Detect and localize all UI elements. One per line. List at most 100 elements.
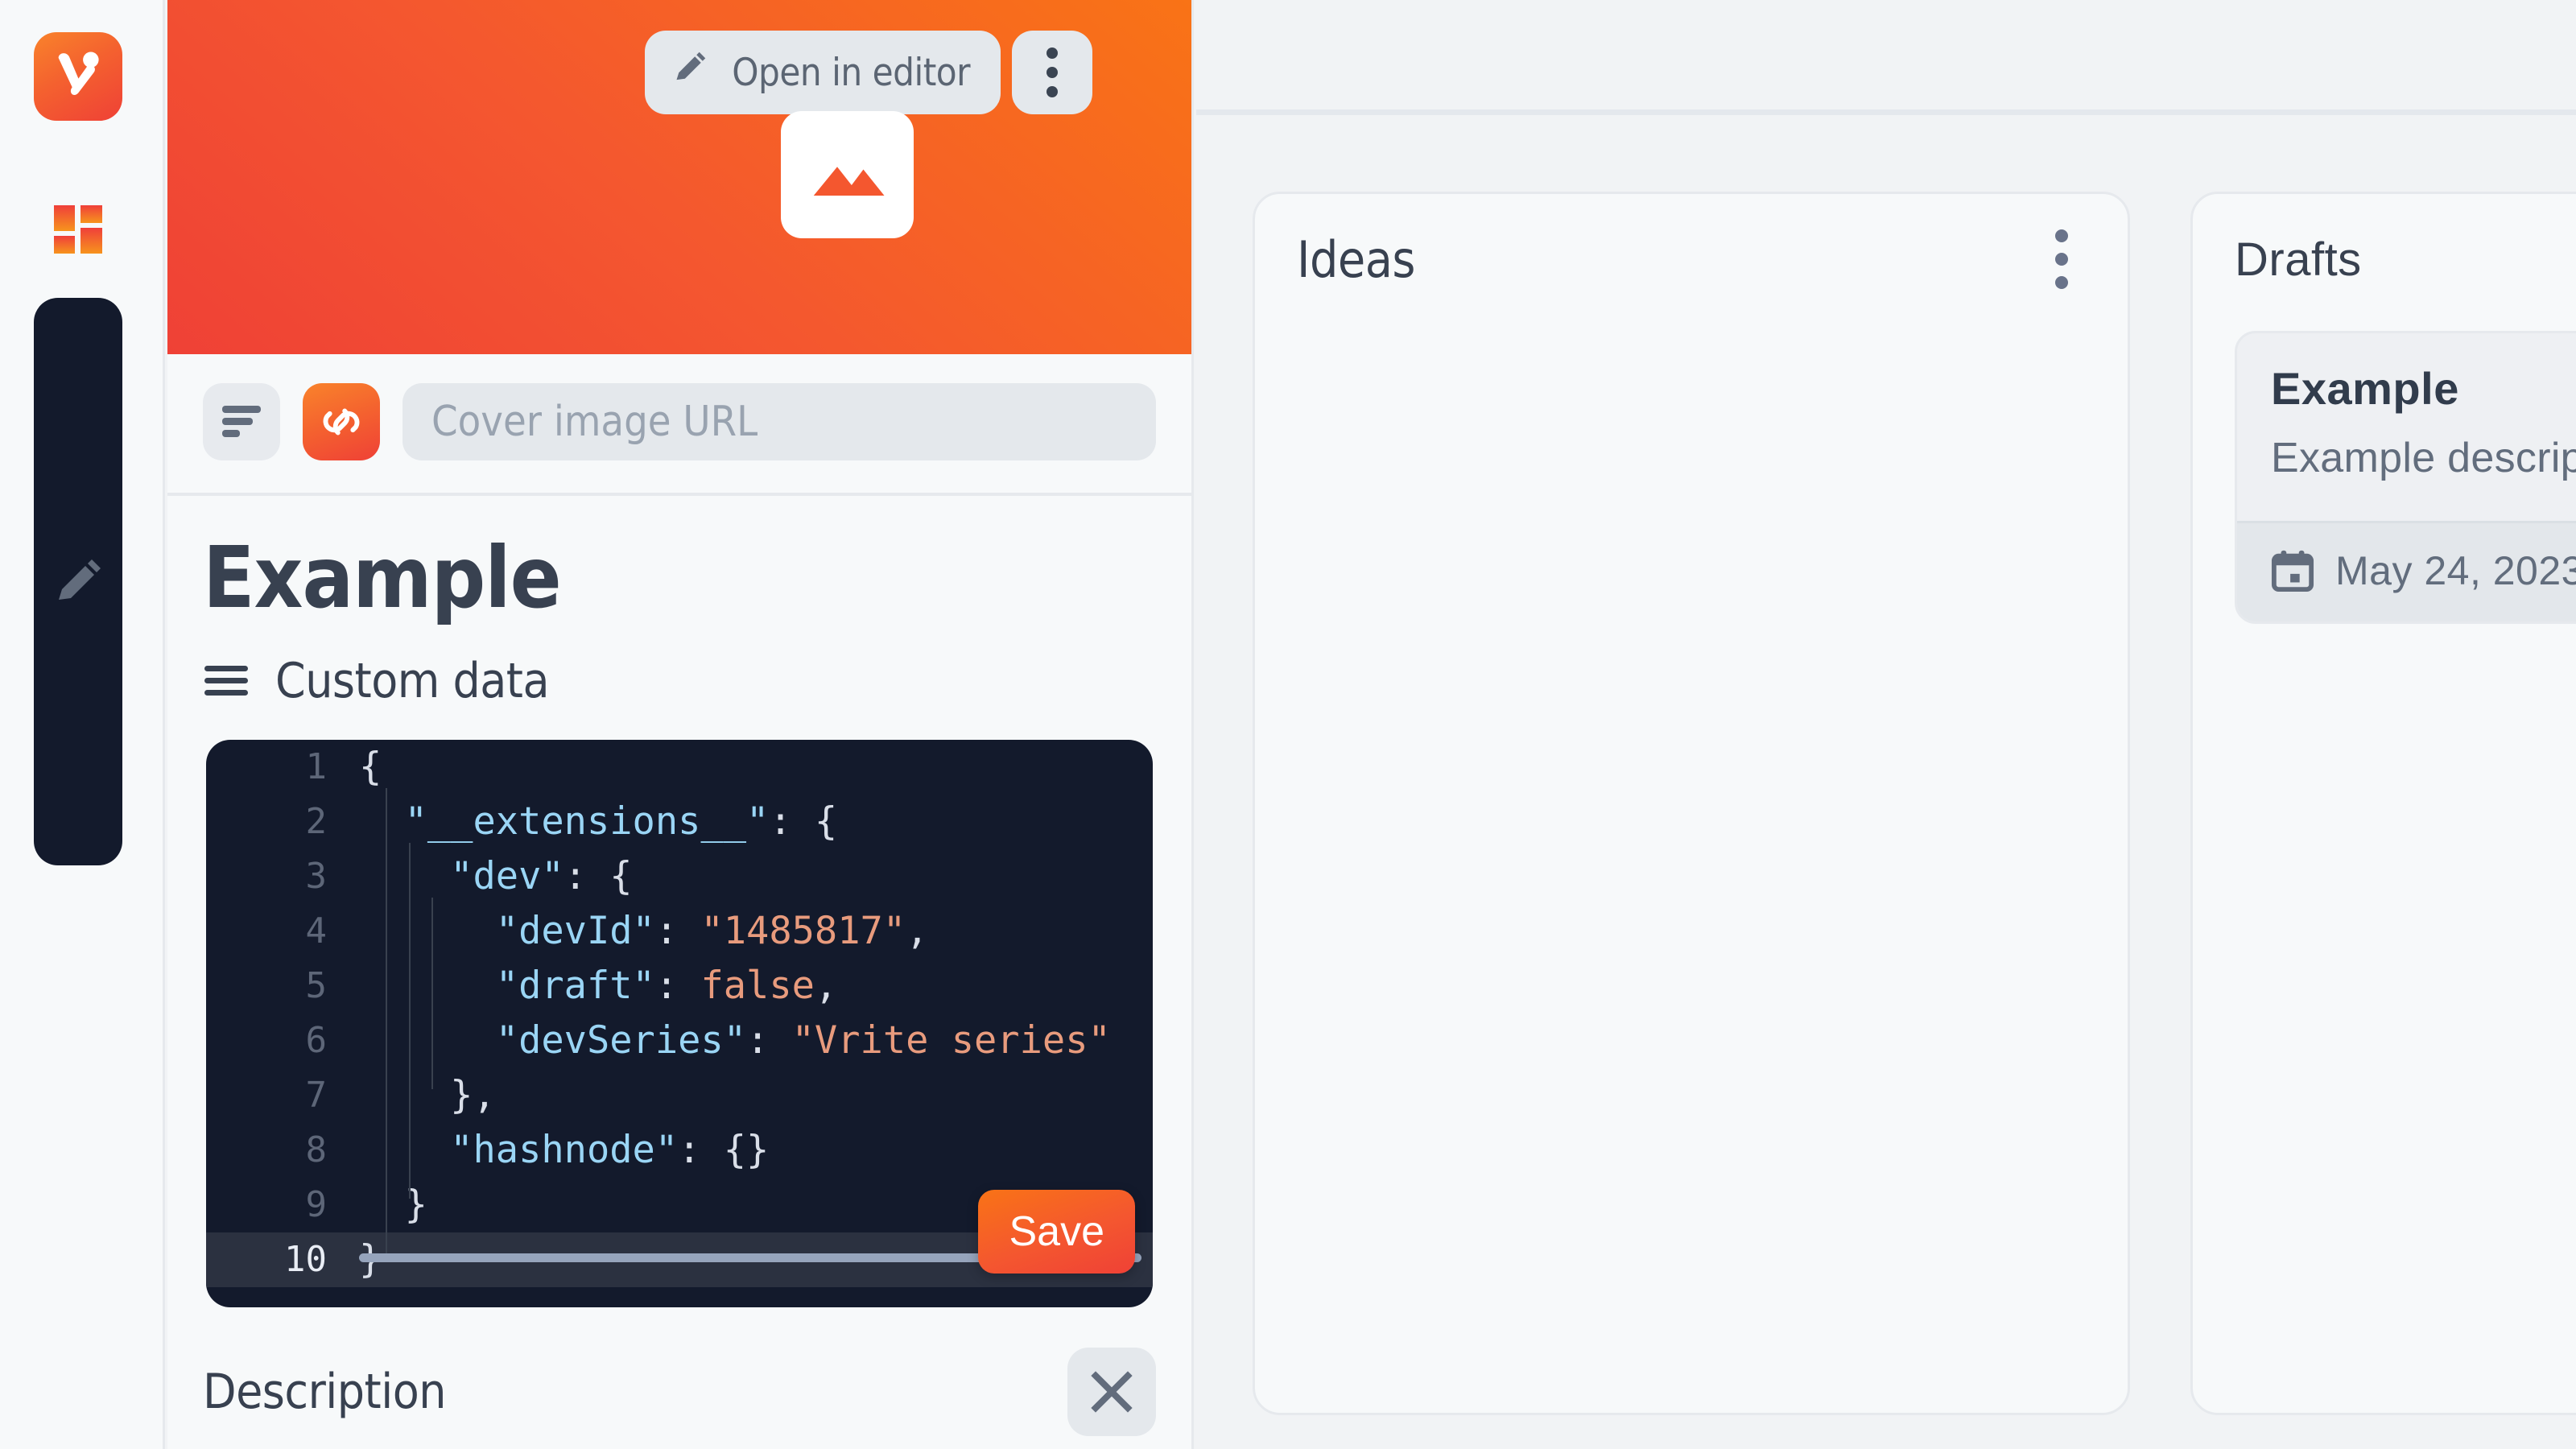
content-detail-panel: Open in editor Cover image URL Example C… — [167, 0, 1194, 1449]
open-in-editor-label: Open in editor — [732, 50, 970, 95]
pencil-icon — [672, 50, 708, 95]
board-card[interactable]: Example Example description May 24, 2023 — [2235, 331, 2576, 624]
board-column-drafts: Drafts Example Example description May 24, … — [2190, 192, 2576, 1415]
kebab-dot — [2055, 253, 2068, 266]
code-token: }, — [359, 1073, 496, 1118]
board-columns: Ideas Drafts Example Example description May… — [1196, 115, 2576, 1415]
code-line[interactable]: 6 "devSeries": "Vrite series" — [206, 1013, 1153, 1068]
code-token: , — [906, 909, 929, 954]
code-token: "dev" — [450, 854, 564, 899]
code-token: "devSeries" — [495, 1018, 747, 1063]
line-number: 2 — [305, 801, 328, 843]
line-number: 8 — [305, 1129, 328, 1171]
board-column-ideas: Ideas — [1253, 192, 2130, 1415]
sidebar-item-editor[interactable] — [34, 298, 122, 865]
code-token: : { — [769, 799, 838, 844]
column-header: Drafts — [2235, 231, 2576, 287]
kebab-dot — [1046, 67, 1058, 78]
custom-data-section-header: Custom data — [203, 653, 1156, 709]
save-button[interactable]: Save — [978, 1190, 1135, 1274]
code-text: "__extensions__": { — [359, 795, 838, 849]
line-number: 5 — [305, 965, 328, 1007]
code-token: : — [654, 964, 701, 1009]
page-title: Example — [203, 529, 562, 627]
calendar-icon — [2271, 549, 2314, 592]
code-text: "devSeries": "Vrite series" — [359, 1013, 1111, 1068]
sidebar-item-boards[interactable] — [34, 185, 122, 274]
code-text: { — [359, 740, 382, 795]
cover-kebab-menu-icon[interactable] — [1012, 31, 1092, 114]
close-x-icon[interactable] — [1067, 1348, 1156, 1437]
code-line[interactable]: 8 "hashnode": {} — [206, 1123, 1153, 1178]
line-number: 4 — [305, 910, 328, 952]
code-line[interactable]: 7 }, — [206, 1068, 1153, 1123]
column-title: Ideas — [1297, 229, 1415, 289]
dashboard-grid-icon — [53, 204, 103, 254]
code-token: : {} — [678, 1128, 770, 1173]
column-header: Ideas — [1297, 229, 2086, 289]
code-token: false — [700, 964, 815, 1009]
text-lines-icon[interactable] — [203, 383, 280, 460]
json-code-editor[interactable]: 1{2 "__extensions__": {3 "dev": {4 "devI… — [206, 740, 1153, 1308]
line-number: 7 — [305, 1075, 328, 1117]
card-date: May 24, 2023 — [2335, 548, 2576, 593]
kebab-dot — [1046, 47, 1058, 59]
hamburger-lines-icon — [203, 663, 250, 699]
code-line[interactable]: 2 "__extensions__": { — [206, 795, 1153, 849]
code-token: "devId" — [495, 909, 655, 954]
kebab-dot — [2055, 276, 2068, 289]
code-text: "hashnode": {} — [359, 1123, 769, 1178]
custom-data-editor-wrapper: 1{2 "__extensions__": {3 "dev": {4 "devI… — [203, 737, 1156, 1311]
code-text: } — [359, 1178, 427, 1232]
code-token: "draft" — [495, 964, 655, 1009]
code-token: "Vrite series" — [791, 1018, 1111, 1063]
indent-guide — [431, 898, 433, 1090]
kebab-dot — [1046, 86, 1058, 97]
code-text: "dev": { — [359, 849, 633, 904]
kebab-dot — [2055, 229, 2068, 242]
card-title: Example — [2271, 363, 2459, 414]
code-token: , — [814, 964, 838, 1009]
card-description: Example description — [2271, 435, 2576, 481]
line-number: 1 — [305, 746, 328, 788]
indent-guide — [409, 843, 411, 1199]
code-text: }, — [359, 1068, 496, 1123]
indent-guide — [386, 788, 387, 1254]
column-title: Drafts — [2235, 233, 2362, 286]
open-in-editor-button[interactable]: Open in editor — [645, 31, 1001, 114]
code-line[interactable]: 3 "dev": { — [206, 849, 1153, 904]
code-text: "devId": "1485817", — [359, 904, 929, 959]
line-number: 3 — [305, 856, 328, 898]
link-icon[interactable] — [303, 383, 380, 460]
column-kebab-menu-icon[interactable] — [2037, 227, 2086, 291]
code-token: : — [654, 909, 701, 954]
code-token: : { — [564, 854, 633, 899]
code-line[interactable]: 4 "devId": "1485817", — [206, 904, 1153, 959]
code-line[interactable]: 5 "draft": false, — [206, 959, 1153, 1013]
card-footer: May 24, 2023 — [2237, 521, 2576, 621]
code-token: : — [746, 1018, 792, 1063]
icon-rail — [0, 0, 165, 1449]
cover-image-url-input[interactable] — [402, 383, 1156, 460]
line-number: 9 — [305, 1184, 328, 1226]
panel-body: Example Custom data 1{2 "__extensions__"… — [167, 496, 1191, 1437]
pencil-icon — [52, 556, 104, 608]
code-token: "hashnode" — [450, 1128, 679, 1173]
code-token: "__extensions__" — [404, 799, 770, 844]
cover-banner: Open in editor — [167, 0, 1191, 354]
vrite-logo-icon[interactable] — [34, 32, 122, 121]
image-placeholder-icon[interactable] — [781, 111, 914, 238]
app-root: Open in editor Cover image URL Example C… — [0, 0, 2576, 1449]
cover-actions: Open in editor — [645, 31, 1092, 114]
line-number: 10 — [284, 1239, 327, 1281]
card-body: Example Example description — [2237, 333, 2576, 521]
code-line[interactable]: 1{ — [206, 740, 1153, 795]
board-topbar — [1196, 0, 2576, 115]
code-token: } — [359, 1183, 427, 1228]
kanban-board: Ideas Drafts Example Example description May… — [1196, 0, 2576, 1449]
